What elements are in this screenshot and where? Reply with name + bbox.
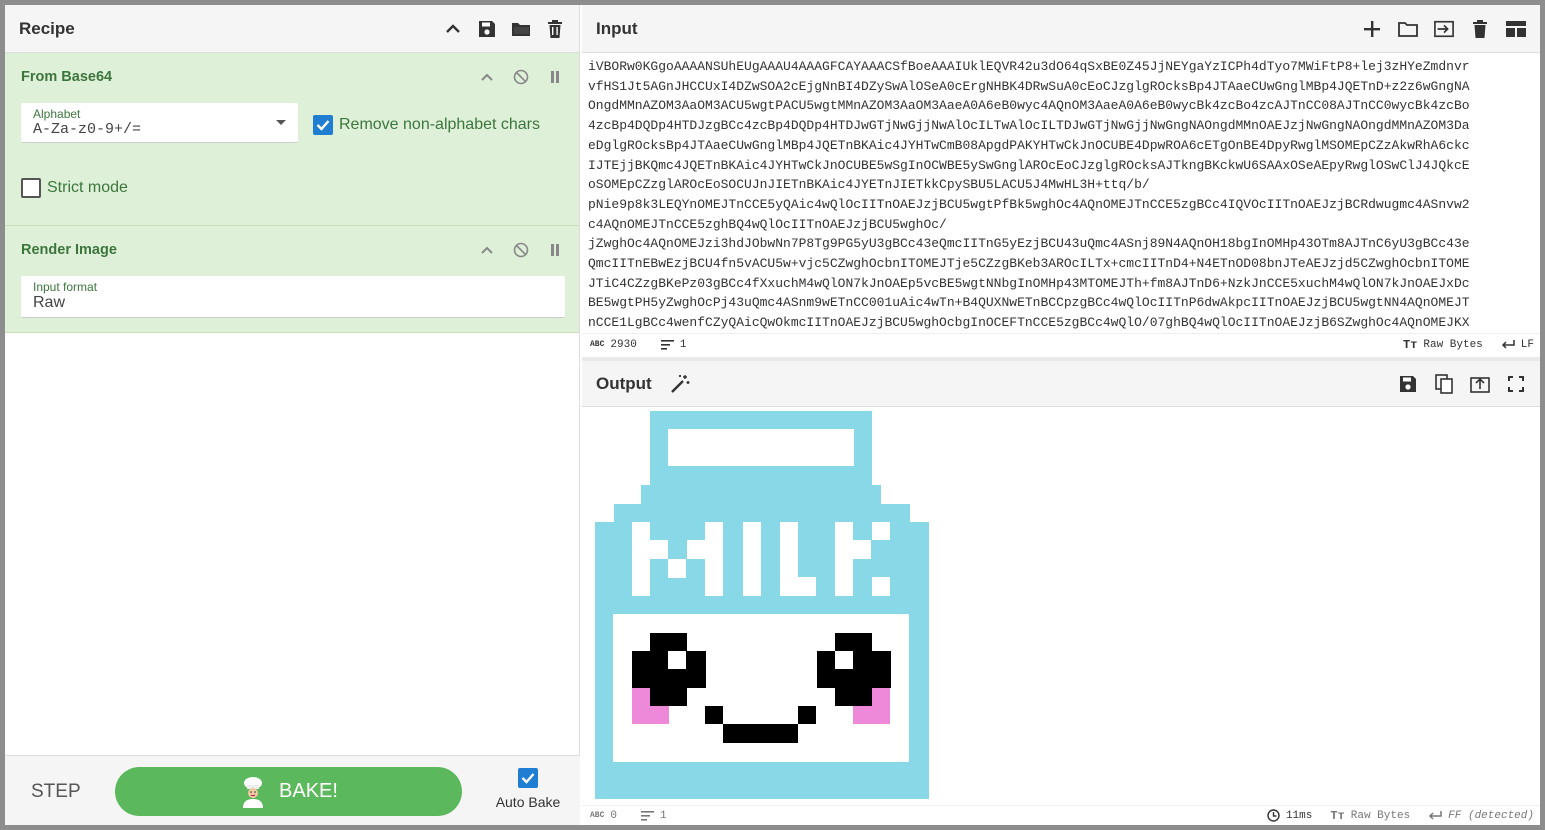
output-display [582,407,1540,805]
input-line: BE5wgtPH5yZwghOcPj43uQmc4ASnm9wETnCC001u… [588,295,1470,311]
chef-icon [239,776,267,808]
cyberchef-app: Recipe From Base64 Alphabet A-Za-z0-9+/=… [5,5,1540,825]
alphabet-label: Alphabet [33,107,81,121]
output-title: Output [596,373,652,393]
input-line: nCCE1LgBCc4wenfCZyQAicQwOkmcIITnOAEJzjBC… [588,315,1470,331]
lines-icon [641,810,655,821]
add-tab-plus-icon[interactable] [1362,19,1382,39]
collapse-all-icon[interactable] [443,19,463,39]
checkbox-unchecked-icon [21,178,41,198]
clear-recipe-trash-icon[interactable] [545,19,565,39]
dropdown-caret-icon [276,120,286,126]
strict-mode-checkbox[interactable]: Strict mode [21,178,128,198]
recipe-panel: Recipe From Base64 Alphabet A-Za-z0-9+/=… [5,5,580,825]
text-size-icon: Tт [1402,337,1418,352]
strict-mode-label: Strict mode [47,179,128,196]
clock-icon [1267,809,1280,822]
input-line: c4AQnOMEJTnCCE5zghBQ4wQlOcIITnOAEJzjBCU5… [588,216,947,232]
breakpoint-pause-icon[interactable] [545,67,565,87]
input-textarea[interactable]: iVBORw0KGgoAAAANSUhEUgAAAU4AAAGFCAYAAACS… [588,57,1536,331]
save-recipe-icon[interactable] [477,19,497,39]
text-size-icon: Tт [1330,808,1345,823]
collapse-operation-icon[interactable] [477,240,497,260]
alphabet-value: A-Za-z0-9+/= [33,121,142,138]
char-count: ABC 2930 [590,338,637,351]
checkbox-checked-icon [313,115,333,135]
output-panel: Output ABC 0 1 11ms Tт Raw Bytes FF (det… [582,361,1540,825]
input-line: eDglgROcksBp4JTAaeCUwGnglMBp4JQETnBKAic4… [588,137,1470,153]
input-format-select[interactable]: Input format Raw [21,276,565,318]
recipe-title: Recipe [19,18,75,38]
clear-input-trash-icon[interactable] [1470,19,1490,39]
step-button[interactable]: STEP [31,781,81,803]
operation-render-image: Render Image Input format Raw [5,226,579,333]
input-line: iVBORw0KGgoAAAANSUhEUgAAAU4AAAGFCAYAAACS… [588,59,1470,74]
bake-time: 11ms [1267,809,1312,822]
replace-input-icon[interactable] [1470,374,1490,394]
input-eol[interactable]: LF [1501,339,1534,351]
output-status-bar: ABC 0 1 11ms Tт Raw Bytes FF (detected) [582,805,1540,825]
copy-output-icon[interactable] [1434,373,1454,394]
lines-icon [660,339,674,350]
operation-name: From Base64 [21,69,113,85]
disable-operation-icon[interactable] [511,67,531,87]
output-eol[interactable]: FF (detected) [1428,810,1534,822]
output-chr-enc[interactable]: Tт Raw Bytes [1330,809,1410,823]
input-line: JTiC4CZzgBKePz03gBCc4fXxuchM4wQlON7kJnOA… [588,275,1470,291]
input-line: pNie9p8k3LEQYnOMEJTnCCE5yQAic4wQlOcIITnO… [588,196,1470,212]
checkbox-checked-icon [518,768,538,788]
save-output-icon[interactable] [1398,374,1418,394]
maximise-icon[interactable] [1506,374,1526,394]
output-header: Output [582,361,1540,407]
abc-icon: ABC [590,340,605,349]
input-title: Input [596,18,638,38]
output-char-count: ABC 0 [590,809,618,822]
open-file-input-icon[interactable] [1434,19,1454,39]
input-line: oSOMEpCZzglAROcEoSOCUJnJIETnBKAic4JYETnJ… [588,177,1150,193]
breakpoint-pause-icon[interactable] [545,240,565,260]
abc-icon: ABC [590,811,605,820]
return-arrow-icon [1428,810,1442,821]
alphabet-select[interactable]: Alphabet A-Za-z0-9+/= [21,103,298,143]
open-folder-icon[interactable] [1398,19,1418,39]
input-status-bar: ABC 2930 1 Tт Raw Bytes LF [582,333,1540,355]
bake-label: BAKE! [279,780,338,802]
rendered-milk-image [595,411,929,799]
operation-from-base64: From Base64 Alphabet A-Za-z0-9+/= Remove… [5,53,579,226]
input-line: QmcIITnEBwEzjBCU4fn5vACU5w+vjc5CZwghOcbn… [588,256,1470,272]
load-recipe-folder-icon[interactable] [511,19,531,39]
bake-button[interactable]: BAKE! [115,767,462,816]
magic-wand-icon[interactable] [670,374,690,394]
input-panel: Input iVBORw0KGgoAAAANSUhEUgAAAU4AAAGFCA… [582,5,1540,357]
auto-bake-label: Auto Bake [495,794,561,810]
remove-non-alphabet-checkbox[interactable]: Remove non-alphabet chars [313,115,540,135]
recipe-controls: STEP BAKE! Auto Bake [5,755,580,825]
recipe-header: Recipe [5,5,579,53]
input-header: Input [582,5,1540,53]
input-line: IJTEjjBKQmc4JQETnBKAic4JYHTwCkJnOCUBE5wS… [588,157,1470,173]
operation-name: Render Image [21,242,117,258]
remove-non-alphabet-label: Remove non-alphabet chars [339,116,541,133]
reset-layout-icon[interactable] [1506,19,1526,39]
input-line: jZwghOc4AQnOMEJzi3hdJObwNn7P8Tg9PG5yU3gB… [588,236,1470,252]
return-arrow-icon [1501,339,1515,350]
output-line-count: 1 [641,810,667,822]
collapse-operation-icon[interactable] [477,67,497,87]
auto-bake-checkbox[interactable]: Auto Bake [493,768,563,812]
input-chr-enc[interactable]: Tт Raw Bytes [1403,338,1483,352]
input-line: OngdMMnAZOM3AaOM3ACU5wgtPACU5wgtMMnAZOM3… [588,98,1470,114]
input-line: vfHS1Jt5AGnJHCCUxI4DZwSOA2cEjgNnBI4DZySw… [588,78,1470,94]
input-line: 4zcBp4DQDp4HTDJzgBCc4zcBp4DQDp4HTDJwGTjN… [588,118,1470,134]
input-format-label: Input format [33,280,98,294]
disable-operation-icon[interactable] [511,240,531,260]
input-format-value: Raw [33,294,66,311]
line-count: 1 [660,339,686,351]
